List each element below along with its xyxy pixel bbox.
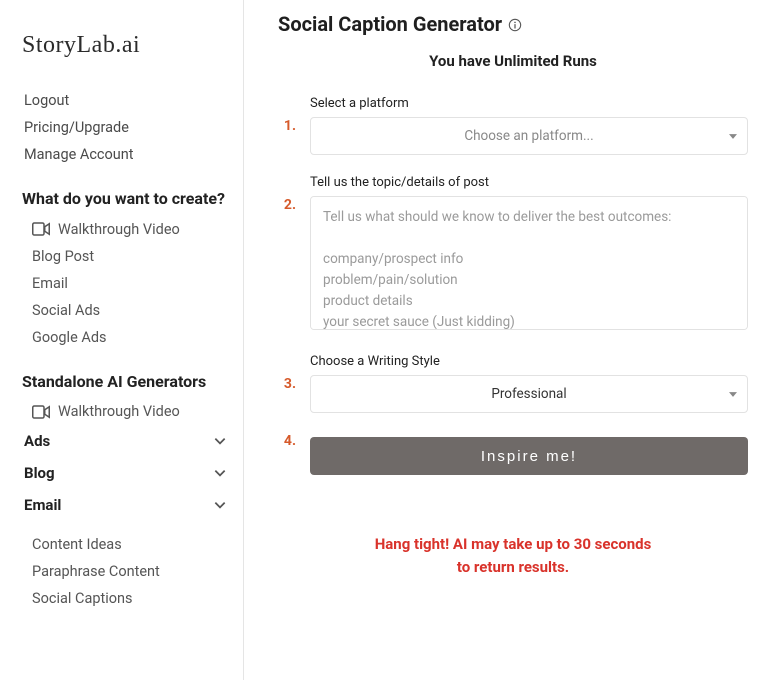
sidebar-item-standalone-walkthrough[interactable]: Walkthrough Video xyxy=(22,398,229,425)
sidebar-item-google-ads[interactable]: Google Ads xyxy=(22,324,229,351)
wait-message: Hang tight! AI may take up to 30 seconds… xyxy=(278,533,748,580)
sidebar-item-blog-post[interactable]: Blog Post xyxy=(22,243,229,270)
wait-line-1: Hang tight! AI may take up to 30 seconds xyxy=(318,533,708,556)
sidebar-item-social-captions[interactable]: Social Captions xyxy=(22,585,229,612)
sidebar: StoryLab.ai Logout Pricing/Upgrade Manag… xyxy=(0,0,244,680)
step-4: 4. Inspire me! xyxy=(278,433,748,475)
main-content: Social Caption Generator You have Unlimi… xyxy=(244,0,776,680)
sidebar-item-label: Walkthrough Video xyxy=(58,221,180,238)
sidebar-item-walkthrough-video[interactable]: Walkthrough Video xyxy=(22,216,229,243)
chevron-down-icon xyxy=(213,498,227,512)
step-number: 3. xyxy=(278,354,296,413)
runs-status: You have Unlimited Runs xyxy=(278,52,748,70)
manage-account-link[interactable]: Manage Account xyxy=(22,141,229,168)
accordion-email[interactable]: Email xyxy=(22,489,229,521)
step-number: 2. xyxy=(278,175,296,334)
accordion-ads[interactable]: Ads xyxy=(22,425,229,457)
step-3: 3. Choose a Writing Style Professional xyxy=(278,354,748,413)
platform-select[interactable]: Choose an platform... xyxy=(310,117,748,155)
step-2: 2. Tell us the topic/details of post xyxy=(278,175,748,334)
create-heading: What do you want to create? xyxy=(22,188,229,210)
account-nav: Logout Pricing/Upgrade Manage Account xyxy=(22,87,229,168)
sidebar-item-content-ideas[interactable]: Content Ideas xyxy=(22,531,229,558)
standalone-heading: Standalone AI Generators xyxy=(22,371,229,393)
bottom-list: Content Ideas Paraphrase Content Social … xyxy=(22,531,229,612)
writing-style-select[interactable]: Professional xyxy=(310,375,748,413)
video-icon xyxy=(32,222,50,236)
wait-line-2: to return results. xyxy=(318,556,708,579)
step-label: Select a platform xyxy=(310,96,748,111)
step-number: 4. xyxy=(278,433,296,475)
sidebar-item-paraphrase-content[interactable]: Paraphrase Content xyxy=(22,558,229,585)
sidebar-item-label: Walkthrough Video xyxy=(58,403,180,420)
chevron-down-icon xyxy=(213,466,227,480)
page-title: Social Caption Generator xyxy=(278,12,502,36)
sidebar-item-social-ads[interactable]: Social Ads xyxy=(22,297,229,324)
video-icon xyxy=(32,405,50,419)
step-label: Tell us the topic/details of post xyxy=(310,175,748,190)
accordion-label: Email xyxy=(24,496,61,514)
chevron-down-icon xyxy=(213,434,227,448)
pricing-link[interactable]: Pricing/Upgrade xyxy=(22,114,229,141)
step-1: 1. Select a platform Choose an platform.… xyxy=(278,96,748,155)
step-number: 1. xyxy=(278,96,296,155)
inspire-me-button[interactable]: Inspire me! xyxy=(310,437,748,475)
accordion-label: Blog xyxy=(24,464,55,482)
create-list: Walkthrough Video Blog Post Email Social… xyxy=(22,216,229,351)
brand-logo: StoryLab.ai xyxy=(22,32,229,59)
step-label: Choose a Writing Style xyxy=(310,354,748,369)
standalone-list: Walkthrough Video xyxy=(22,398,229,425)
topic-textarea[interactable] xyxy=(310,196,748,330)
accordion-blog[interactable]: Blog xyxy=(22,457,229,489)
logout-link[interactable]: Logout xyxy=(22,87,229,114)
info-icon[interactable] xyxy=(508,17,522,31)
accordion-label: Ads xyxy=(24,432,50,450)
sidebar-item-email[interactable]: Email xyxy=(22,270,229,297)
